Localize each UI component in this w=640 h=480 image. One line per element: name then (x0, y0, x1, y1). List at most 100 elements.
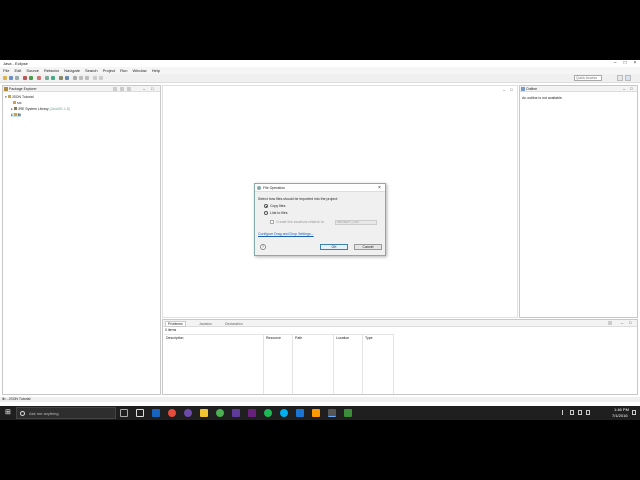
save-all-icon[interactable] (15, 76, 19, 80)
cortana-icon (20, 411, 25, 416)
close-icon[interactable]: × (630, 60, 640, 67)
ok-button[interactable]: OK (320, 244, 348, 250)
app-icon[interactable] (184, 409, 192, 417)
keyboard-icon[interactable] (586, 410, 590, 415)
help-icon[interactable]: ? (260, 244, 266, 250)
new-icon[interactable] (3, 76, 7, 80)
back-icon[interactable] (93, 76, 97, 80)
collapse-all-icon[interactable] (113, 87, 117, 91)
col-description[interactable]: Description (164, 335, 264, 394)
start-icon[interactable]: ⊞ (5, 409, 13, 417)
outline-tab[interactable]: Outline – □ (520, 86, 637, 92)
menu-navigate[interactable]: Navigate (64, 68, 80, 73)
tab-javadoc[interactable]: Javadoc (199, 322, 212, 326)
window-title: Java - Eclipse (3, 61, 28, 66)
link-files-radio[interactable] (264, 211, 268, 215)
configure-dnd-link[interactable]: Configure Drag and Drop Settings... (258, 232, 314, 236)
task-view-icon[interactable] (136, 409, 144, 417)
outline-icon (521, 87, 525, 91)
skype-icon[interactable] (280, 409, 288, 417)
option-link-files[interactable]: Link to files (264, 211, 288, 215)
col-resource[interactable]: Resource (264, 335, 293, 394)
tab-problems[interactable]: Problems (165, 321, 186, 327)
copy-files-radio[interactable] (264, 204, 268, 208)
external-tools-icon[interactable] (37, 76, 41, 80)
forward-icon[interactable] (99, 76, 103, 80)
cortana-search[interactable]: Ask me anything (16, 407, 116, 419)
menu-file[interactable]: File (3, 68, 9, 73)
edge-icon[interactable] (152, 409, 160, 417)
tree-item-jre[interactable]: ▸ JRE System Library [JavaSE-1.8] (11, 107, 70, 111)
menu-window[interactable]: Window (132, 68, 146, 73)
menu-refactor[interactable]: Refactor (44, 68, 59, 73)
mic-icon[interactable] (120, 409, 128, 417)
new-java-package-icon[interactable] (45, 76, 49, 80)
col-location[interactable]: Location (334, 335, 363, 394)
editor-maximize-icon[interactable]: □ (510, 87, 512, 92)
outline-minimize-icon[interactable]: – (623, 86, 625, 91)
outline-maximize-icon[interactable]: □ (630, 86, 632, 91)
visual-studio-icon[interactable] (232, 409, 240, 417)
cancel-button[interactable]: Cancel (354, 244, 382, 250)
network-icon[interactable] (570, 410, 574, 415)
xbox-icon[interactable] (216, 409, 224, 417)
notifications-icon[interactable] (632, 410, 636, 415)
search-icon[interactable] (65, 76, 69, 80)
menu-run[interactable]: Run (120, 68, 127, 73)
volume-icon[interactable] (578, 410, 582, 415)
minimize-icon[interactable]: – (610, 60, 620, 67)
minimize-view-icon[interactable]: – (143, 86, 145, 91)
annotation-prev-icon[interactable] (85, 76, 89, 80)
menu-help[interactable]: Help (152, 68, 160, 73)
tree-item-src[interactable]: src (13, 101, 22, 105)
tab-declaration[interactable]: Declaration (225, 322, 243, 326)
problems-maximize-icon[interactable]: □ (629, 320, 631, 325)
spotify-icon[interactable] (264, 409, 272, 417)
app-icon[interactable] (312, 409, 320, 417)
java-perspective-icon[interactable] (625, 75, 631, 81)
col-type[interactable]: Type (363, 335, 394, 394)
create-link-checkbox[interactable] (270, 220, 274, 224)
eclipse-taskbar-icon[interactable] (328, 409, 336, 417)
option-copy-files[interactable]: Copy files (264, 204, 285, 208)
tree-item-project[interactable]: ▾ JSON Tutorial (5, 95, 34, 99)
chrome-icon[interactable] (168, 409, 176, 417)
menu-search[interactable]: Search (85, 68, 98, 73)
package-explorer-label: Package Explorer (9, 87, 37, 91)
link-editor-icon[interactable] (120, 87, 124, 91)
new-java-class-icon[interactable] (51, 76, 55, 80)
toggle-mark-icon[interactable] (73, 76, 77, 80)
maximize-icon[interactable]: □ (620, 60, 630, 67)
problems-minimize-icon[interactable]: – (621, 320, 623, 325)
clock-date[interactable]: 7/1/2016 (612, 413, 628, 418)
vs-code-icon[interactable] (248, 409, 256, 417)
outline-message: An outline is not available. (522, 96, 563, 100)
store-icon[interactable] (296, 409, 304, 417)
tree-item-lib[interactable]: ▸ lib (11, 113, 22, 117)
open-perspective-icon[interactable] (617, 75, 623, 81)
view-menu-icon[interactable] (608, 321, 612, 325)
status-text: lib - JSON Tutorial (2, 397, 31, 401)
package-explorer-tab[interactable]: Package Explorer – □ (3, 86, 160, 92)
file-explorer-icon[interactable] (200, 409, 208, 417)
view-menu-icon[interactable] (127, 87, 131, 91)
clock-time[interactable]: 1:46 PM (614, 407, 629, 412)
save-icon[interactable] (9, 76, 13, 80)
system-tray-icon[interactable] (562, 410, 566, 415)
relative-to-combo[interactable]: PROJECT_LOC (335, 220, 377, 225)
editor-minimize-icon[interactable]: – (503, 87, 505, 92)
col-path[interactable]: Path (293, 335, 334, 394)
run-icon[interactable] (29, 76, 33, 80)
annotation-next-icon[interactable] (79, 76, 83, 80)
package-icon (4, 87, 8, 91)
create-link-option[interactable]: Create link locations relative to: (270, 220, 325, 224)
menu-source[interactable]: Source (26, 68, 39, 73)
open-type-icon[interactable] (59, 76, 63, 80)
debug-icon[interactable] (23, 76, 27, 80)
notepad-icon[interactable] (344, 409, 352, 417)
dialog-close-icon[interactable]: × (378, 185, 381, 191)
menu-edit[interactable]: Edit (14, 68, 21, 73)
menu-project[interactable]: Project (103, 68, 115, 73)
quick-access-input[interactable] (574, 75, 602, 81)
maximize-view-icon[interactable]: □ (151, 86, 153, 91)
